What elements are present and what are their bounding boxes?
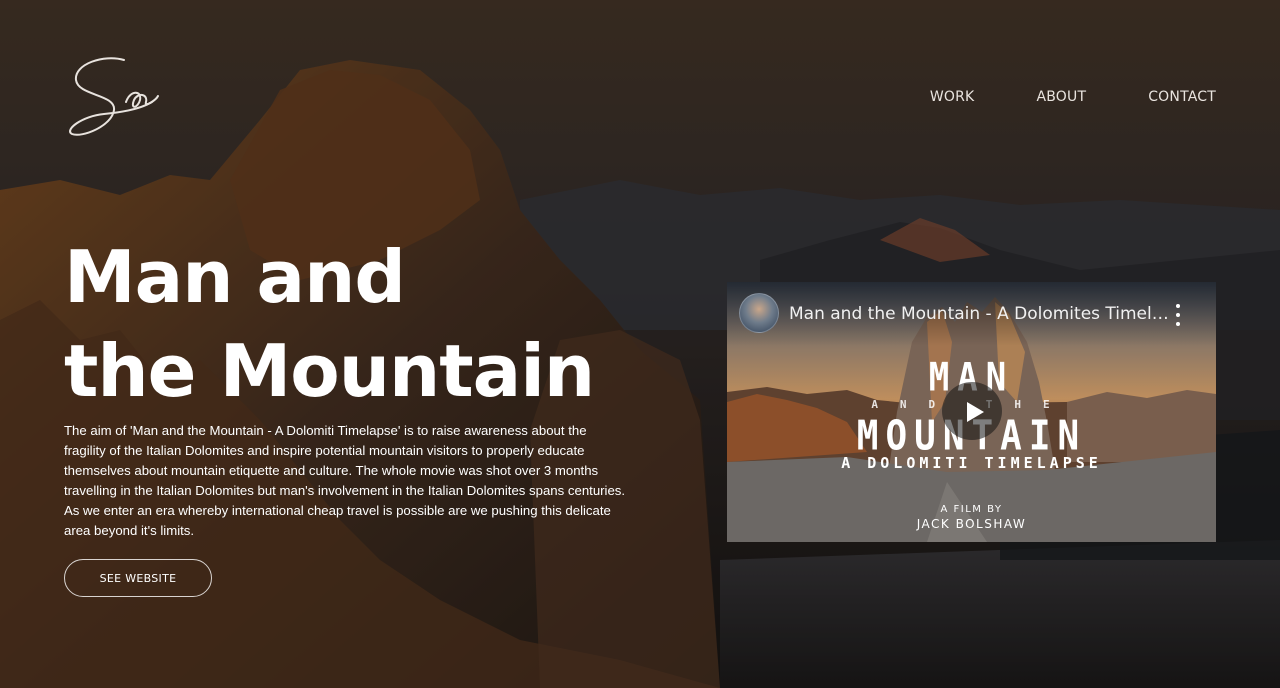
video-player[interactable]: Man and the Mountain - A Dolomites Timel… (727, 282, 1216, 542)
project-description: The aim of 'Man and the Mountain - A Dol… (64, 423, 626, 538)
video-title[interactable]: Man and the Mountain - A Dolomites Timel… (789, 304, 1169, 324)
poster-author: JACK BOLSHAW (916, 517, 1027, 531)
play-icon[interactable] (942, 382, 1002, 440)
nav-link-about[interactable]: ABOUT (1036, 89, 1086, 105)
poster-film-by: A FILM BY (940, 504, 1003, 515)
more-vertical-icon[interactable] (1168, 304, 1188, 326)
nav-link-contact[interactable]: CONTACT (1148, 89, 1216, 105)
main-nav: WORK ABOUT CONTACT (930, 89, 1216, 105)
hero-section: WORK ABOUT CONTACT Man and the Mountain … (0, 0, 1280, 688)
page-title: Man and the Mountain (64, 230, 595, 418)
poster-subtitle: A DOLOMITI TIMELAPSE (841, 454, 1102, 472)
see-website-button[interactable]: SEE WEBSITE (64, 559, 212, 597)
signature-logo[interactable] (64, 52, 164, 142)
nav-link-work[interactable]: WORK (930, 89, 975, 105)
channel-avatar[interactable] (739, 293, 779, 333)
page-title-line-1: Man and (64, 235, 406, 319)
page-title-line-2: the Mountain (64, 329, 595, 413)
